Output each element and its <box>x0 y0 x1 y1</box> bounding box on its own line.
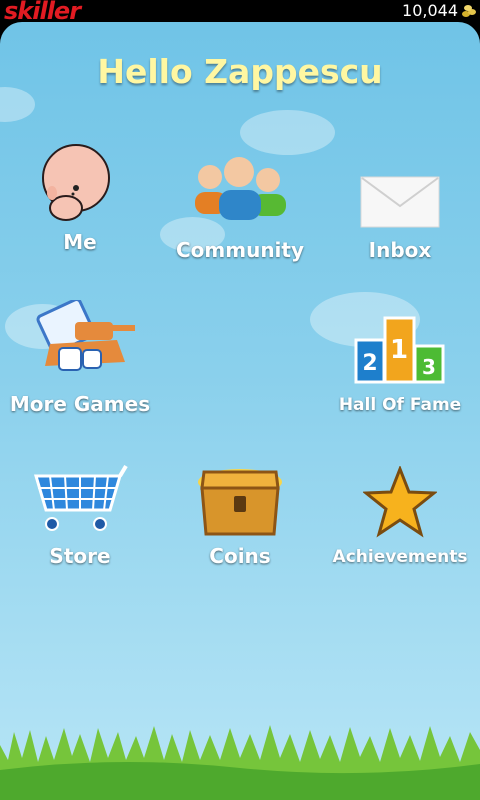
podium-third: 3 <box>422 355 436 379</box>
greeting-title: Hello Zappescu <box>97 52 383 91</box>
me-label: Me <box>63 230 97 254</box>
coin-stack-icon <box>462 5 476 17</box>
coin-balance: 10,044 <box>402 1 458 20</box>
hall-of-fame-label: Hall Of Fame <box>338 395 462 415</box>
coins-button[interactable]: Coins <box>160 462 320 602</box>
community-button[interactable]: Community <box>160 134 320 274</box>
store-label: Store <box>49 544 111 568</box>
inbox-label: Inbox <box>368 238 432 262</box>
inbox-button[interactable]: Inbox <box>320 134 480 274</box>
main-menu-screen: Hello Zappescu Me Community Inbox More G… <box>0 22 480 800</box>
podium-icon: 2 1 3 <box>354 316 445 384</box>
achievements-button[interactable]: Achievements <box>320 462 480 602</box>
grass-decoration <box>0 725 480 800</box>
community-people-icon <box>195 157 286 220</box>
shopping-cart-icon <box>33 464 128 531</box>
cloud <box>0 87 35 122</box>
coins-label: Coins <box>209 544 271 568</box>
more-games-label: More Games <box>9 392 151 416</box>
more-games-button[interactable]: More Games <box>0 300 160 440</box>
achievements-label: Achievements <box>332 547 468 567</box>
star-icon <box>363 466 437 538</box>
status-bar: skiller 10,044 <box>0 0 480 25</box>
me-button[interactable]: Me <box>0 134 160 274</box>
games-icon <box>36 300 135 371</box>
community-label: Community <box>175 238 305 262</box>
treasure-chest-icon <box>198 469 282 536</box>
hall-of-fame-button[interactable]: 2 1 3 Hall Of Fame <box>320 300 480 440</box>
podium-second: 2 <box>362 351 377 376</box>
store-button[interactable]: Store <box>0 462 160 602</box>
baby-avatar-icon <box>42 144 110 221</box>
envelope-icon <box>360 176 440 228</box>
podium-first: 1 <box>390 335 408 365</box>
